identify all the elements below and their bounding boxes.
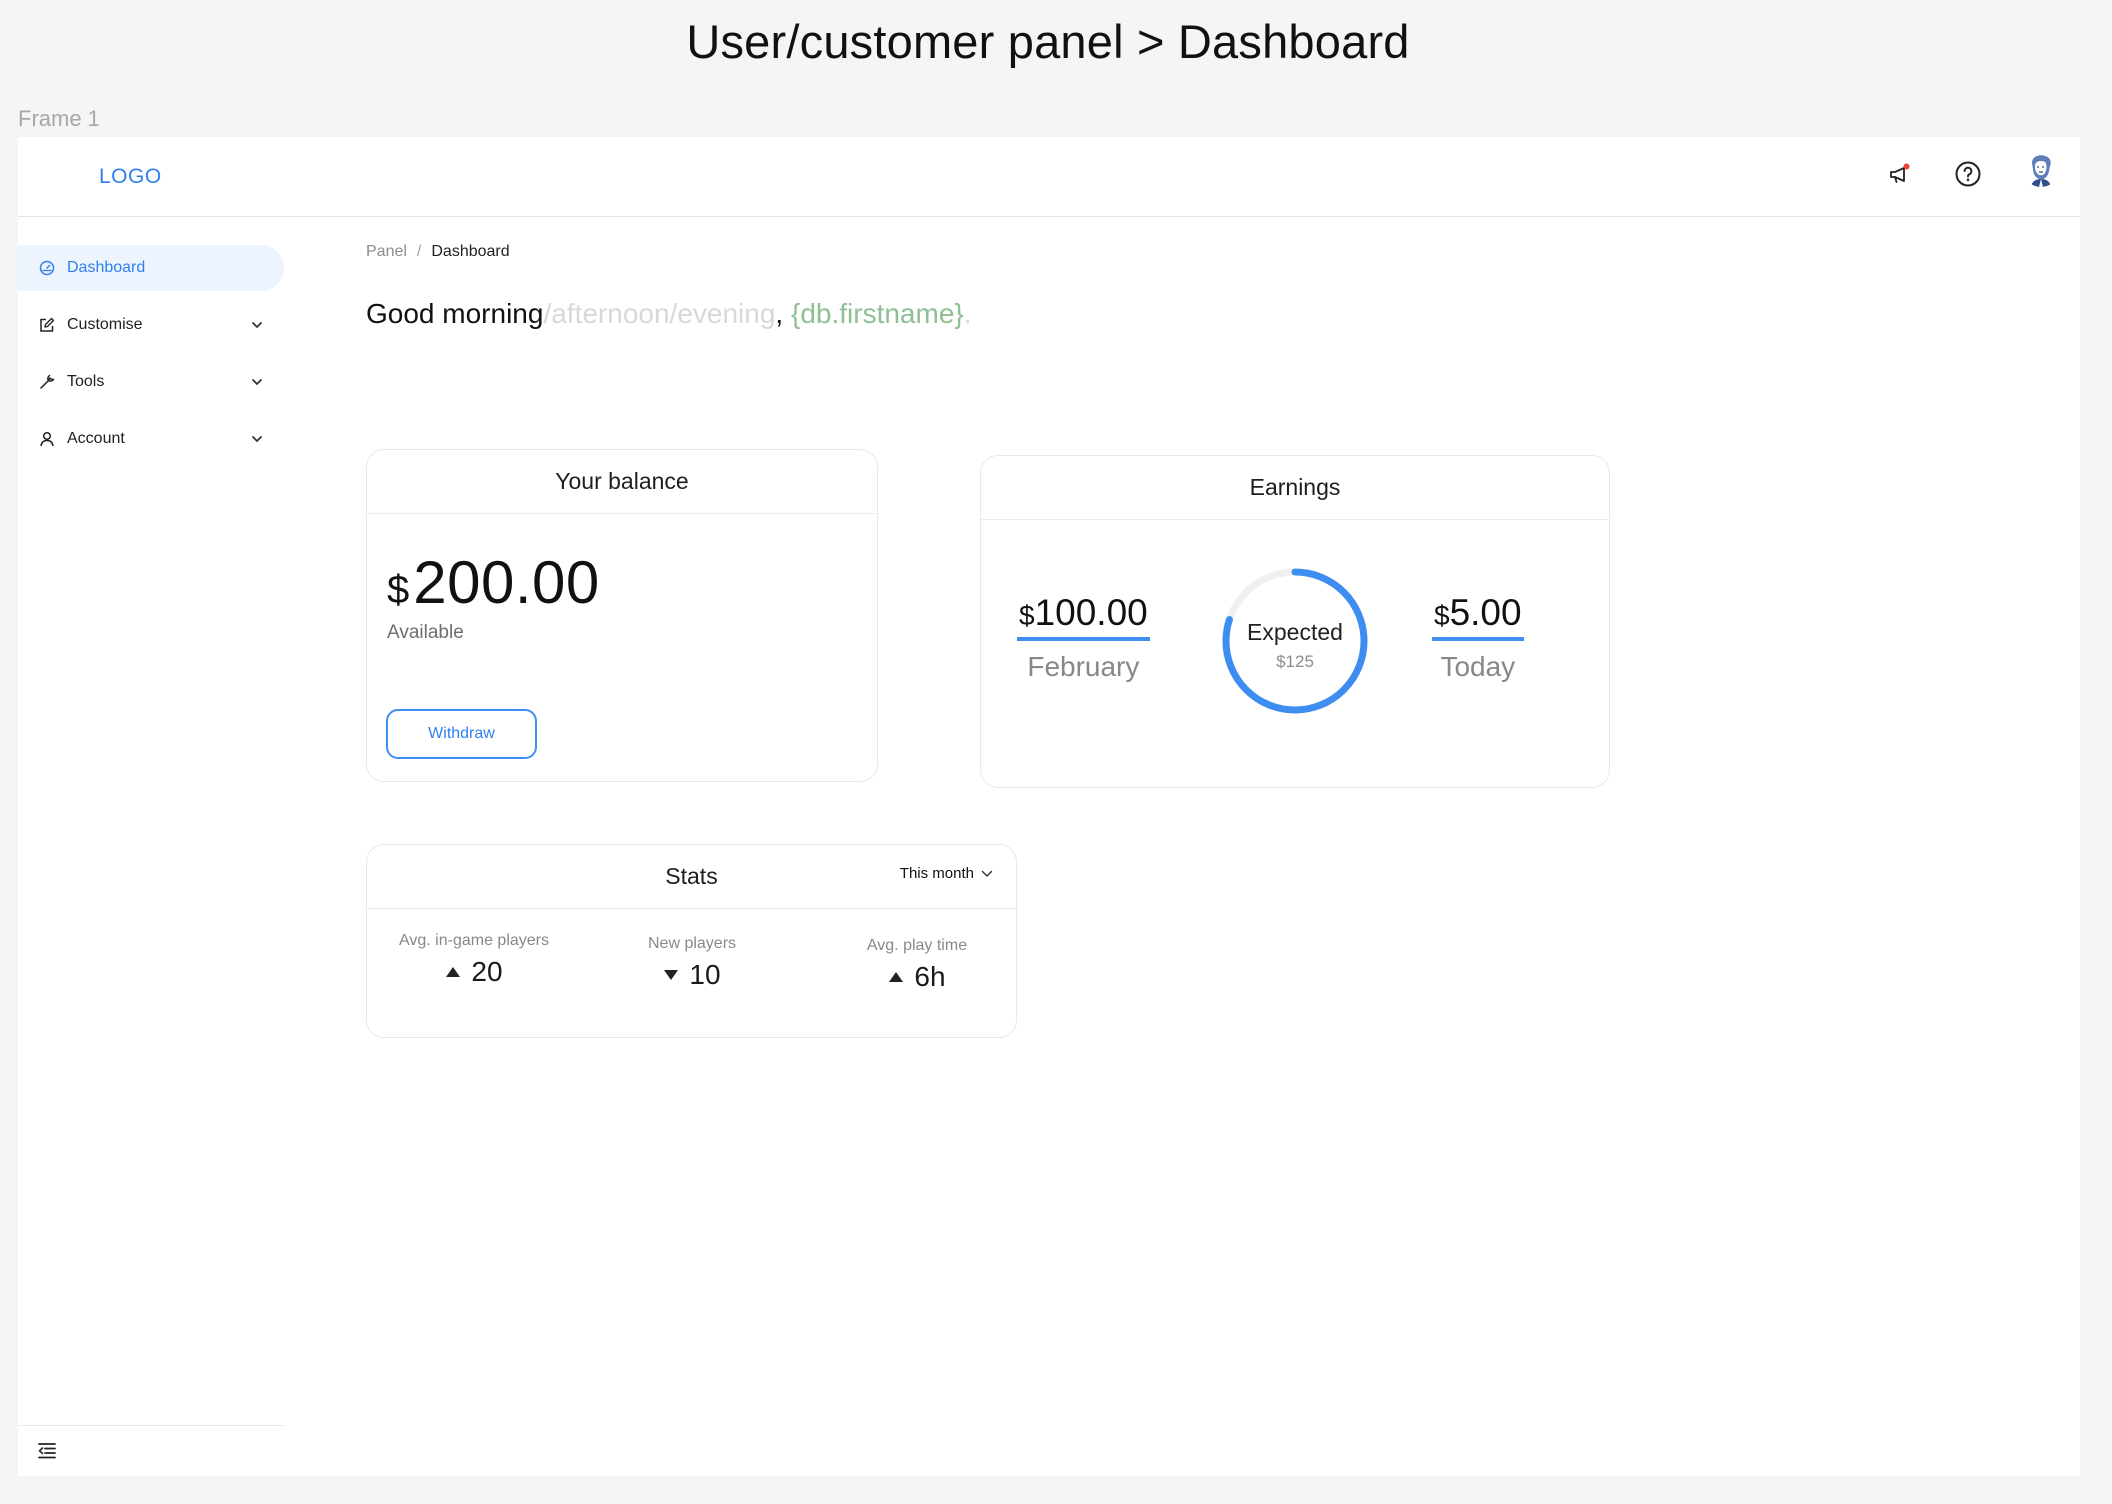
help-circle-icon: [1955, 161, 1981, 187]
stat-value-group: 10: [663, 959, 721, 991]
expected-label: Expected: [1247, 619, 1343, 645]
expected-label-group: Expected $125: [1221, 619, 1369, 672]
greeting-alternates: /afternoon/evening: [543, 298, 776, 329]
stat-value: 10: [689, 959, 721, 990]
greeting-comma: ,: [775, 298, 784, 329]
stats-card: Stats This month Avg. in-game players 20…: [366, 844, 1017, 1038]
sidebar-item-label: Tools: [67, 373, 105, 390]
stat-avg-playtime: Avg. play time 6h: [857, 937, 977, 993]
breadcrumb: Panel / Dashboard: [366, 243, 510, 261]
sidebar-item-label: Dashboard: [67, 259, 146, 276]
app-frame: LOGO Dashboard Customise Tools Account P…: [18, 137, 2080, 1476]
balance-available-label: Available: [387, 622, 464, 643]
chevron-down-icon: [252, 322, 262, 328]
balance-card: Your balance $200.00 Available Withdraw: [366, 449, 878, 782]
greeting-heading: Good morning/afternoon/evening, {db.firs…: [366, 298, 972, 330]
earnings-today: $5.00 Today: [1432, 592, 1524, 683]
withdraw-button[interactable]: Withdraw: [386, 709, 537, 759]
stat-value: 20: [471, 956, 503, 987]
greeting-main: Good morning: [366, 298, 544, 329]
edit-icon: [38, 316, 56, 334]
stat-new-players: New players 10: [637, 935, 747, 991]
earnings-month: $100.00 February: [1017, 592, 1150, 683]
breadcrumb-item-panel[interactable]: Panel: [366, 243, 407, 260]
earnings-today-amount: $5.00: [1432, 592, 1524, 641]
earnings-month-label: February: [1027, 651, 1140, 682]
notification-dot: [1903, 163, 1910, 170]
earnings-card: Earnings $100.00 February Expected $125 …: [980, 455, 1610, 788]
breadcrumb-separator: /: [416, 243, 422, 260]
chevron-down-icon: [981, 870, 993, 877]
sidebar: Dashboard Customise Tools Account: [18, 217, 284, 1476]
earnings-card-title: Earnings: [981, 456, 1609, 520]
balance-currency: $: [387, 568, 410, 612]
announcements-button[interactable]: [1880, 154, 1920, 194]
trend-up-icon: [889, 972, 904, 982]
stat-label: New players: [647, 935, 737, 952]
sidebar-item-customise[interactable]: Customise: [18, 302, 284, 348]
sidebar-item-label: Account: [67, 430, 125, 447]
frame-label: Frame 1: [18, 106, 100, 131]
balance-card-title: Your balance: [367, 450, 877, 514]
stats-period-dropdown[interactable]: This month: [900, 865, 994, 882]
trend-up-icon: [446, 967, 461, 977]
user-icon: [38, 430, 56, 448]
earnings-today-value: 5.00: [1449, 592, 1522, 633]
user-avatar-icon: [2023, 151, 2059, 187]
earnings-month-value: 100.00: [1034, 592, 1148, 633]
stat-label: Avg. play time: [866, 937, 968, 954]
stats-period-value: This month: [899, 865, 974, 882]
collapse-menu-icon[interactable]: [36, 1440, 58, 1462]
sidebar-item-tools[interactable]: Tools: [18, 359, 284, 405]
breadcrumb-item-current: Dashboard: [431, 243, 510, 260]
balance-amount: $200.00: [387, 548, 600, 617]
sidebar-item-account[interactable]: Account: [18, 416, 284, 462]
help-button[interactable]: [1948, 154, 1988, 194]
expected-value: $125: [1276, 652, 1314, 671]
sidebar-footer: [18, 1425, 284, 1476]
megaphone-icon: [1890, 163, 1910, 183]
chevron-down-icon: [252, 379, 262, 385]
greeting-firstname: {db.firstname}: [790, 298, 964, 329]
stat-value: 6h: [914, 961, 946, 992]
greeting-period: .: [963, 298, 972, 329]
stat-value-group: 6h: [888, 961, 946, 993]
stat-avg-players: Avg. in-game players 20: [395, 932, 553, 988]
dashboard-gauge-icon: [38, 259, 56, 277]
avatar[interactable]: [2023, 151, 2059, 187]
chevron-down-icon: [252, 436, 262, 442]
earnings-today-label: Today: [1440, 651, 1516, 682]
balance-value: 200.00: [413, 549, 600, 616]
canvas-heading: User/customer panel > Dashboard: [686, 15, 1410, 68]
sidebar-item-label: Customise: [67, 316, 143, 333]
earnings-month-currency: $: [1019, 600, 1035, 631]
logo[interactable]: LOGO: [99, 165, 162, 189]
trend-down-icon: [664, 970, 679, 980]
earnings-month-amount: $100.00: [1017, 592, 1150, 641]
earnings-today-currency: $: [1434, 600, 1450, 631]
top-bar: LOGO: [18, 137, 2080, 217]
stat-value-group: 20: [445, 956, 503, 988]
wrench-icon: [38, 373, 56, 391]
stat-label: Avg. in-game players: [399, 932, 549, 949]
sidebar-item-dashboard[interactable]: Dashboard: [18, 245, 284, 291]
